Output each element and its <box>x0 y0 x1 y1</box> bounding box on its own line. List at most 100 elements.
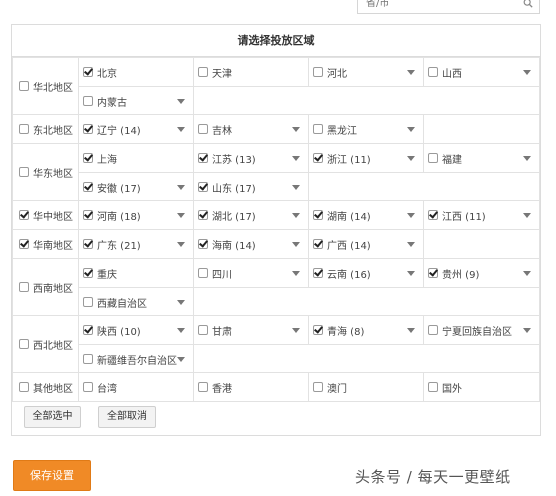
province-item[interactable]: 北京 <box>79 58 194 86</box>
province-checkbox[interactable] <box>313 210 323 220</box>
province-checkbox[interactable] <box>313 325 323 335</box>
province-item[interactable]: 西藏自治区 <box>79 288 194 316</box>
region-checkbox[interactable] <box>19 209 29 220</box>
province-item[interactable]: 天津 <box>194 58 309 86</box>
province-item[interactable]: 浙江 (11) <box>309 144 424 172</box>
province-checkbox[interactable] <box>428 382 438 392</box>
province-checkbox[interactable] <box>83 239 93 249</box>
province-checkbox[interactable] <box>313 268 323 278</box>
province-checkbox[interactable] <box>83 96 93 106</box>
chevron-down-icon[interactable] <box>177 127 185 132</box>
province-item[interactable]: 四川 <box>194 259 309 287</box>
province-item[interactable]: 河北 <box>309 58 424 86</box>
chevron-down-icon[interactable] <box>407 242 415 247</box>
region-cell[interactable]: 西南地区 <box>12 258 79 316</box>
province-checkbox[interactable] <box>198 325 208 335</box>
province-checkbox[interactable] <box>83 210 93 220</box>
province-item[interactable]: 广西 (14) <box>309 230 424 258</box>
chevron-down-icon[interactable] <box>523 328 531 333</box>
province-checkbox[interactable] <box>83 67 93 77</box>
province-checkbox[interactable] <box>198 239 208 249</box>
province-item[interactable]: 福建 <box>424 144 539 172</box>
province-checkbox[interactable] <box>428 67 438 77</box>
region-cell[interactable]: 其他地区 <box>12 372 79 402</box>
province-item[interactable]: 陕西 (10) <box>79 316 194 344</box>
chevron-down-icon[interactable] <box>292 156 300 161</box>
region-checkbox[interactable] <box>19 80 29 91</box>
province-checkbox[interactable] <box>313 382 323 392</box>
province-item[interactable]: 国外 <box>424 373 539 401</box>
province-item[interactable]: 海南 (14) <box>194 230 309 258</box>
province-item[interactable]: 澳门 <box>309 373 424 401</box>
province-checkbox[interactable] <box>313 153 323 163</box>
chevron-down-icon[interactable] <box>292 328 300 333</box>
province-item[interactable]: 江西 (11) <box>424 201 539 229</box>
province-item[interactable]: 台湾 <box>79 373 194 401</box>
region-checkbox[interactable] <box>19 123 29 134</box>
search-icon[interactable] <box>523 0 533 8</box>
province-item[interactable]: 香港 <box>194 373 309 401</box>
region-cell[interactable]: 华北地区 <box>12 57 79 115</box>
province-item[interactable]: 宁夏回族自治区 <box>424 316 539 344</box>
chevron-down-icon[interactable] <box>177 300 185 305</box>
province-search[interactable] <box>357 0 540 14</box>
province-checkbox[interactable] <box>83 182 93 192</box>
province-checkbox[interactable] <box>313 67 323 77</box>
province-item[interactable]: 黑龙江 <box>309 115 424 143</box>
province-checkbox[interactable] <box>198 182 208 192</box>
province-item[interactable]: 青海 (8) <box>309 316 424 344</box>
region-checkbox[interactable] <box>19 381 29 392</box>
chevron-down-icon[interactable] <box>177 185 185 190</box>
chevron-down-icon[interactable] <box>407 328 415 333</box>
province-checkbox[interactable] <box>198 210 208 220</box>
province-item[interactable]: 安徽 (17) <box>79 173 194 201</box>
province-item[interactable]: 河南 (18) <box>79 201 194 229</box>
clear-all-button[interactable]: 全部取消 <box>98 406 156 428</box>
chevron-down-icon[interactable] <box>177 242 185 247</box>
province-item[interactable]: 上海 <box>79 144 194 172</box>
chevron-down-icon[interactable] <box>523 213 531 218</box>
chevron-down-icon[interactable] <box>523 156 531 161</box>
region-checkbox[interactable] <box>19 338 29 349</box>
province-item[interactable]: 山东 (17) <box>194 173 309 201</box>
chevron-down-icon[interactable] <box>523 70 531 75</box>
save-button[interactable]: 保存设置 <box>13 460 91 491</box>
province-item[interactable]: 湖南 (14) <box>309 201 424 229</box>
province-item[interactable]: 云南 (16) <box>309 259 424 287</box>
province-checkbox[interactable] <box>198 382 208 392</box>
region-cell[interactable]: 华南地区 <box>12 229 79 259</box>
province-checkbox[interactable] <box>83 297 93 307</box>
province-checkbox[interactable] <box>198 124 208 134</box>
province-checkbox[interactable] <box>83 153 93 163</box>
province-item[interactable]: 吉林 <box>194 115 309 143</box>
chevron-down-icon[interactable] <box>292 127 300 132</box>
chevron-down-icon[interactable] <box>407 156 415 161</box>
chevron-down-icon[interactable] <box>292 185 300 190</box>
region-checkbox[interactable] <box>19 166 29 177</box>
province-item[interactable]: 广东 (21) <box>79 230 194 258</box>
chevron-down-icon[interactable] <box>292 242 300 247</box>
province-checkbox[interactable] <box>428 153 438 163</box>
province-checkbox[interactable] <box>198 153 208 163</box>
chevron-down-icon[interactable] <box>407 70 415 75</box>
province-item[interactable]: 湖北 (17) <box>194 201 309 229</box>
province-item[interactable]: 重庆 <box>79 259 194 287</box>
chevron-down-icon[interactable] <box>407 127 415 132</box>
province-item[interactable]: 山西 <box>424 58 539 86</box>
province-checkbox[interactable] <box>198 268 208 278</box>
province-item[interactable]: 江苏 (13) <box>194 144 309 172</box>
region-checkbox[interactable] <box>19 281 29 292</box>
province-item[interactable]: 内蒙古 <box>79 87 194 115</box>
chevron-down-icon[interactable] <box>177 357 185 362</box>
region-cell[interactable]: 西北地区 <box>12 315 79 373</box>
province-checkbox[interactable] <box>83 268 93 278</box>
chevron-down-icon[interactable] <box>177 99 185 104</box>
chevron-down-icon[interactable] <box>407 271 415 276</box>
province-checkbox[interactable] <box>428 210 438 220</box>
region-cell[interactable]: 东北地区 <box>12 114 79 144</box>
chevron-down-icon[interactable] <box>292 213 300 218</box>
province-checkbox[interactable] <box>313 124 323 134</box>
province-checkbox[interactable] <box>83 325 93 335</box>
province-checkbox[interactable] <box>83 124 93 134</box>
province-item[interactable]: 贵州 (9) <box>424 259 539 287</box>
